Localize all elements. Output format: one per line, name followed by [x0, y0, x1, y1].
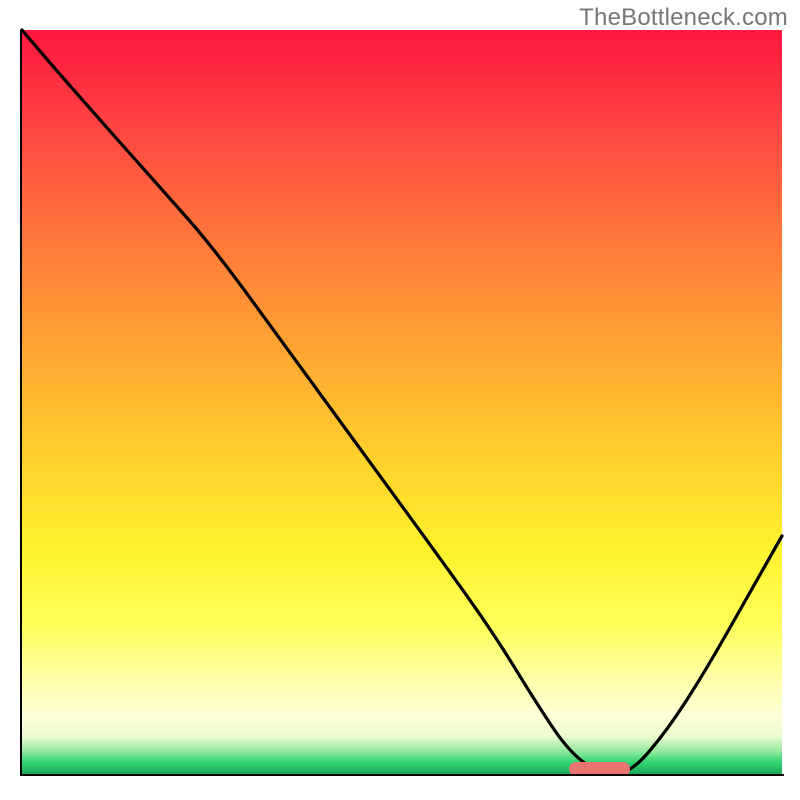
bottleneck-chart: TheBottleneck.com	[0, 0, 800, 800]
curve-layer	[22, 30, 782, 774]
bottleneck-curve-path	[22, 30, 782, 774]
plot-area	[22, 30, 782, 774]
watermark-text: TheBottleneck.com	[579, 4, 788, 32]
x-axis-line	[20, 774, 784, 776]
y-axis-line	[20, 30, 22, 776]
